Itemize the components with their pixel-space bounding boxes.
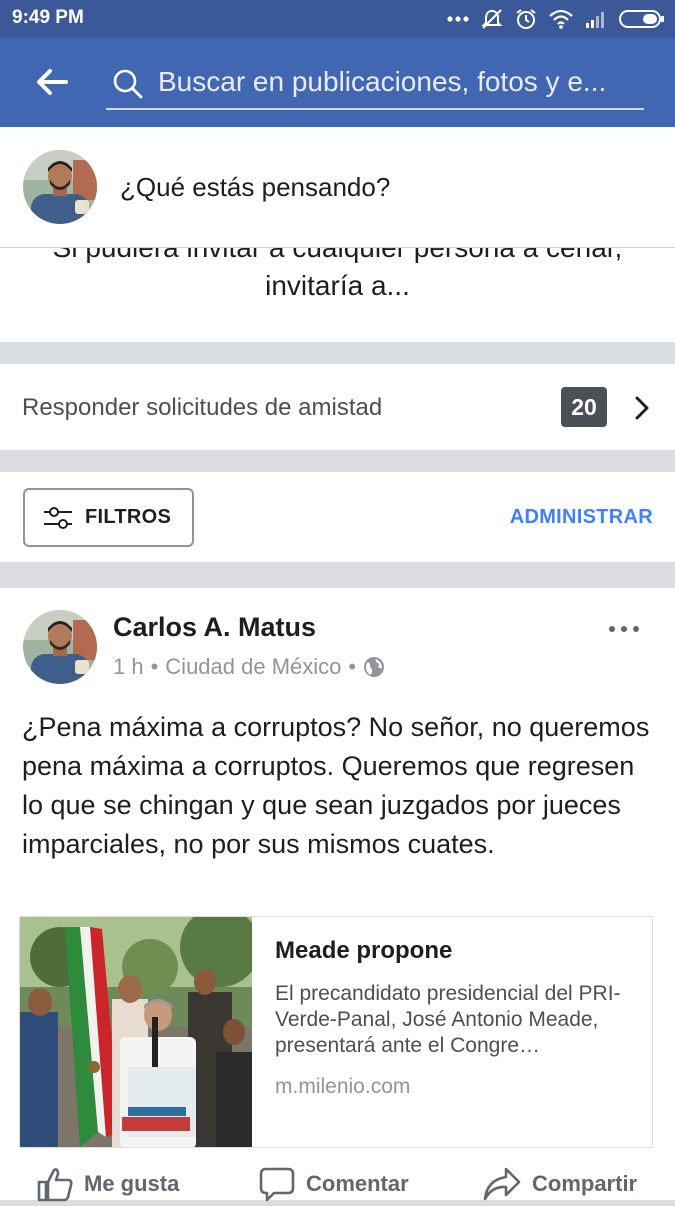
search-header: Buscar en publicaciones, fotos y e... bbox=[0, 38, 675, 127]
feed-post: Carlos A. Matus 1 h • Ciudad de México •… bbox=[0, 588, 675, 1202]
search-input[interactable]: Buscar en publicaciones, fotos y e... bbox=[106, 58, 644, 110]
meta-separator: • bbox=[150, 654, 159, 679]
signal-icon bbox=[586, 12, 604, 28]
prompt-card-line-1: Si pudiera invitar a cualquier persona a… bbox=[0, 248, 675, 266]
wifi-icon bbox=[549, 9, 573, 29]
post-author-avatar[interactable] bbox=[23, 610, 97, 684]
status-bar: 9:49 PM bbox=[0, 0, 675, 38]
friend-requests-label: Responder solicitudes de amistad bbox=[22, 394, 383, 421]
post-text: ¿Pena máxima a corruptos? No señor, no q… bbox=[22, 712, 650, 859]
back-arrow-icon bbox=[37, 69, 68, 95]
globe-icon bbox=[364, 657, 385, 677]
comment-button[interactable]: Comentar bbox=[258, 1166, 409, 1202]
avatar[interactable] bbox=[23, 150, 97, 224]
status-composer[interactable]: ¿Qué estás pensando? bbox=[0, 127, 675, 248]
search-icon bbox=[113, 69, 143, 99]
share-label: Compartir bbox=[532, 1171, 638, 1196]
filters-label: FILTROS bbox=[85, 506, 172, 528]
sliders-icon bbox=[44, 506, 72, 529]
share-button[interactable]: Compartir bbox=[482, 1166, 637, 1202]
like-label: Me gusta bbox=[84, 1171, 180, 1196]
share-icon bbox=[483, 1167, 521, 1201]
filters-button[interactable]: FILTROS bbox=[23, 488, 194, 547]
thumbs-up-icon bbox=[37, 1168, 73, 1202]
battery-icon bbox=[619, 10, 664, 28]
status-icons bbox=[447, 6, 665, 32]
more-dots-icon bbox=[447, 16, 469, 22]
composer-prompt: ¿Qué estás pensando? bbox=[120, 172, 391, 202]
post-time[interactable]: 1 h bbox=[113, 654, 144, 680]
meta-separator: • bbox=[348, 654, 357, 679]
comment-label: Comentar bbox=[306, 1171, 409, 1196]
search-placeholder: Buscar en publicaciones, fotos y e... bbox=[158, 66, 607, 97]
more-options-icon[interactable] bbox=[608, 624, 640, 634]
chevron-right-icon bbox=[635, 396, 649, 420]
manage-button[interactable]: ADMINISTRAR bbox=[510, 506, 653, 529]
alarm-icon bbox=[516, 9, 536, 29]
friend-requests-row[interactable]: Responder solicitudes de amistad 20 bbox=[0, 364, 675, 450]
link-title: Meade propone bbox=[275, 937, 453, 964]
prompt-card-line-2: invitaría a... bbox=[265, 270, 410, 301]
comment-icon bbox=[259, 1167, 295, 1202]
link-preview-image bbox=[20, 917, 252, 1147]
post-author-name[interactable]: Carlos A. Matus bbox=[113, 612, 316, 643]
link-preview-card[interactable]: Meade propone El precandidato presidenci… bbox=[19, 916, 653, 1148]
friend-requests-count-badge: 20 bbox=[561, 387, 607, 427]
link-domain: m.milenio.com bbox=[275, 1075, 411, 1098]
mute-icon bbox=[481, 9, 503, 29]
like-button[interactable]: Me gusta bbox=[36, 1166, 179, 1202]
filters-bar: FILTROS ADMINISTRAR bbox=[0, 472, 675, 562]
back-button[interactable] bbox=[30, 64, 74, 100]
status-time: 9:49 PM bbox=[12, 7, 84, 28]
post-meta: 1 h • Ciudad de México • bbox=[113, 654, 385, 680]
post-actions-bar: Me gusta Comentar Compartir bbox=[0, 1166, 675, 1206]
link-description: El precandidato presidencial del PRI-Ver… bbox=[275, 982, 621, 1057]
prompt-card[interactable]: Si pudiera invitar a cualquier persona a… bbox=[0, 248, 675, 342]
post-location[interactable]: Ciudad de México bbox=[165, 654, 341, 680]
